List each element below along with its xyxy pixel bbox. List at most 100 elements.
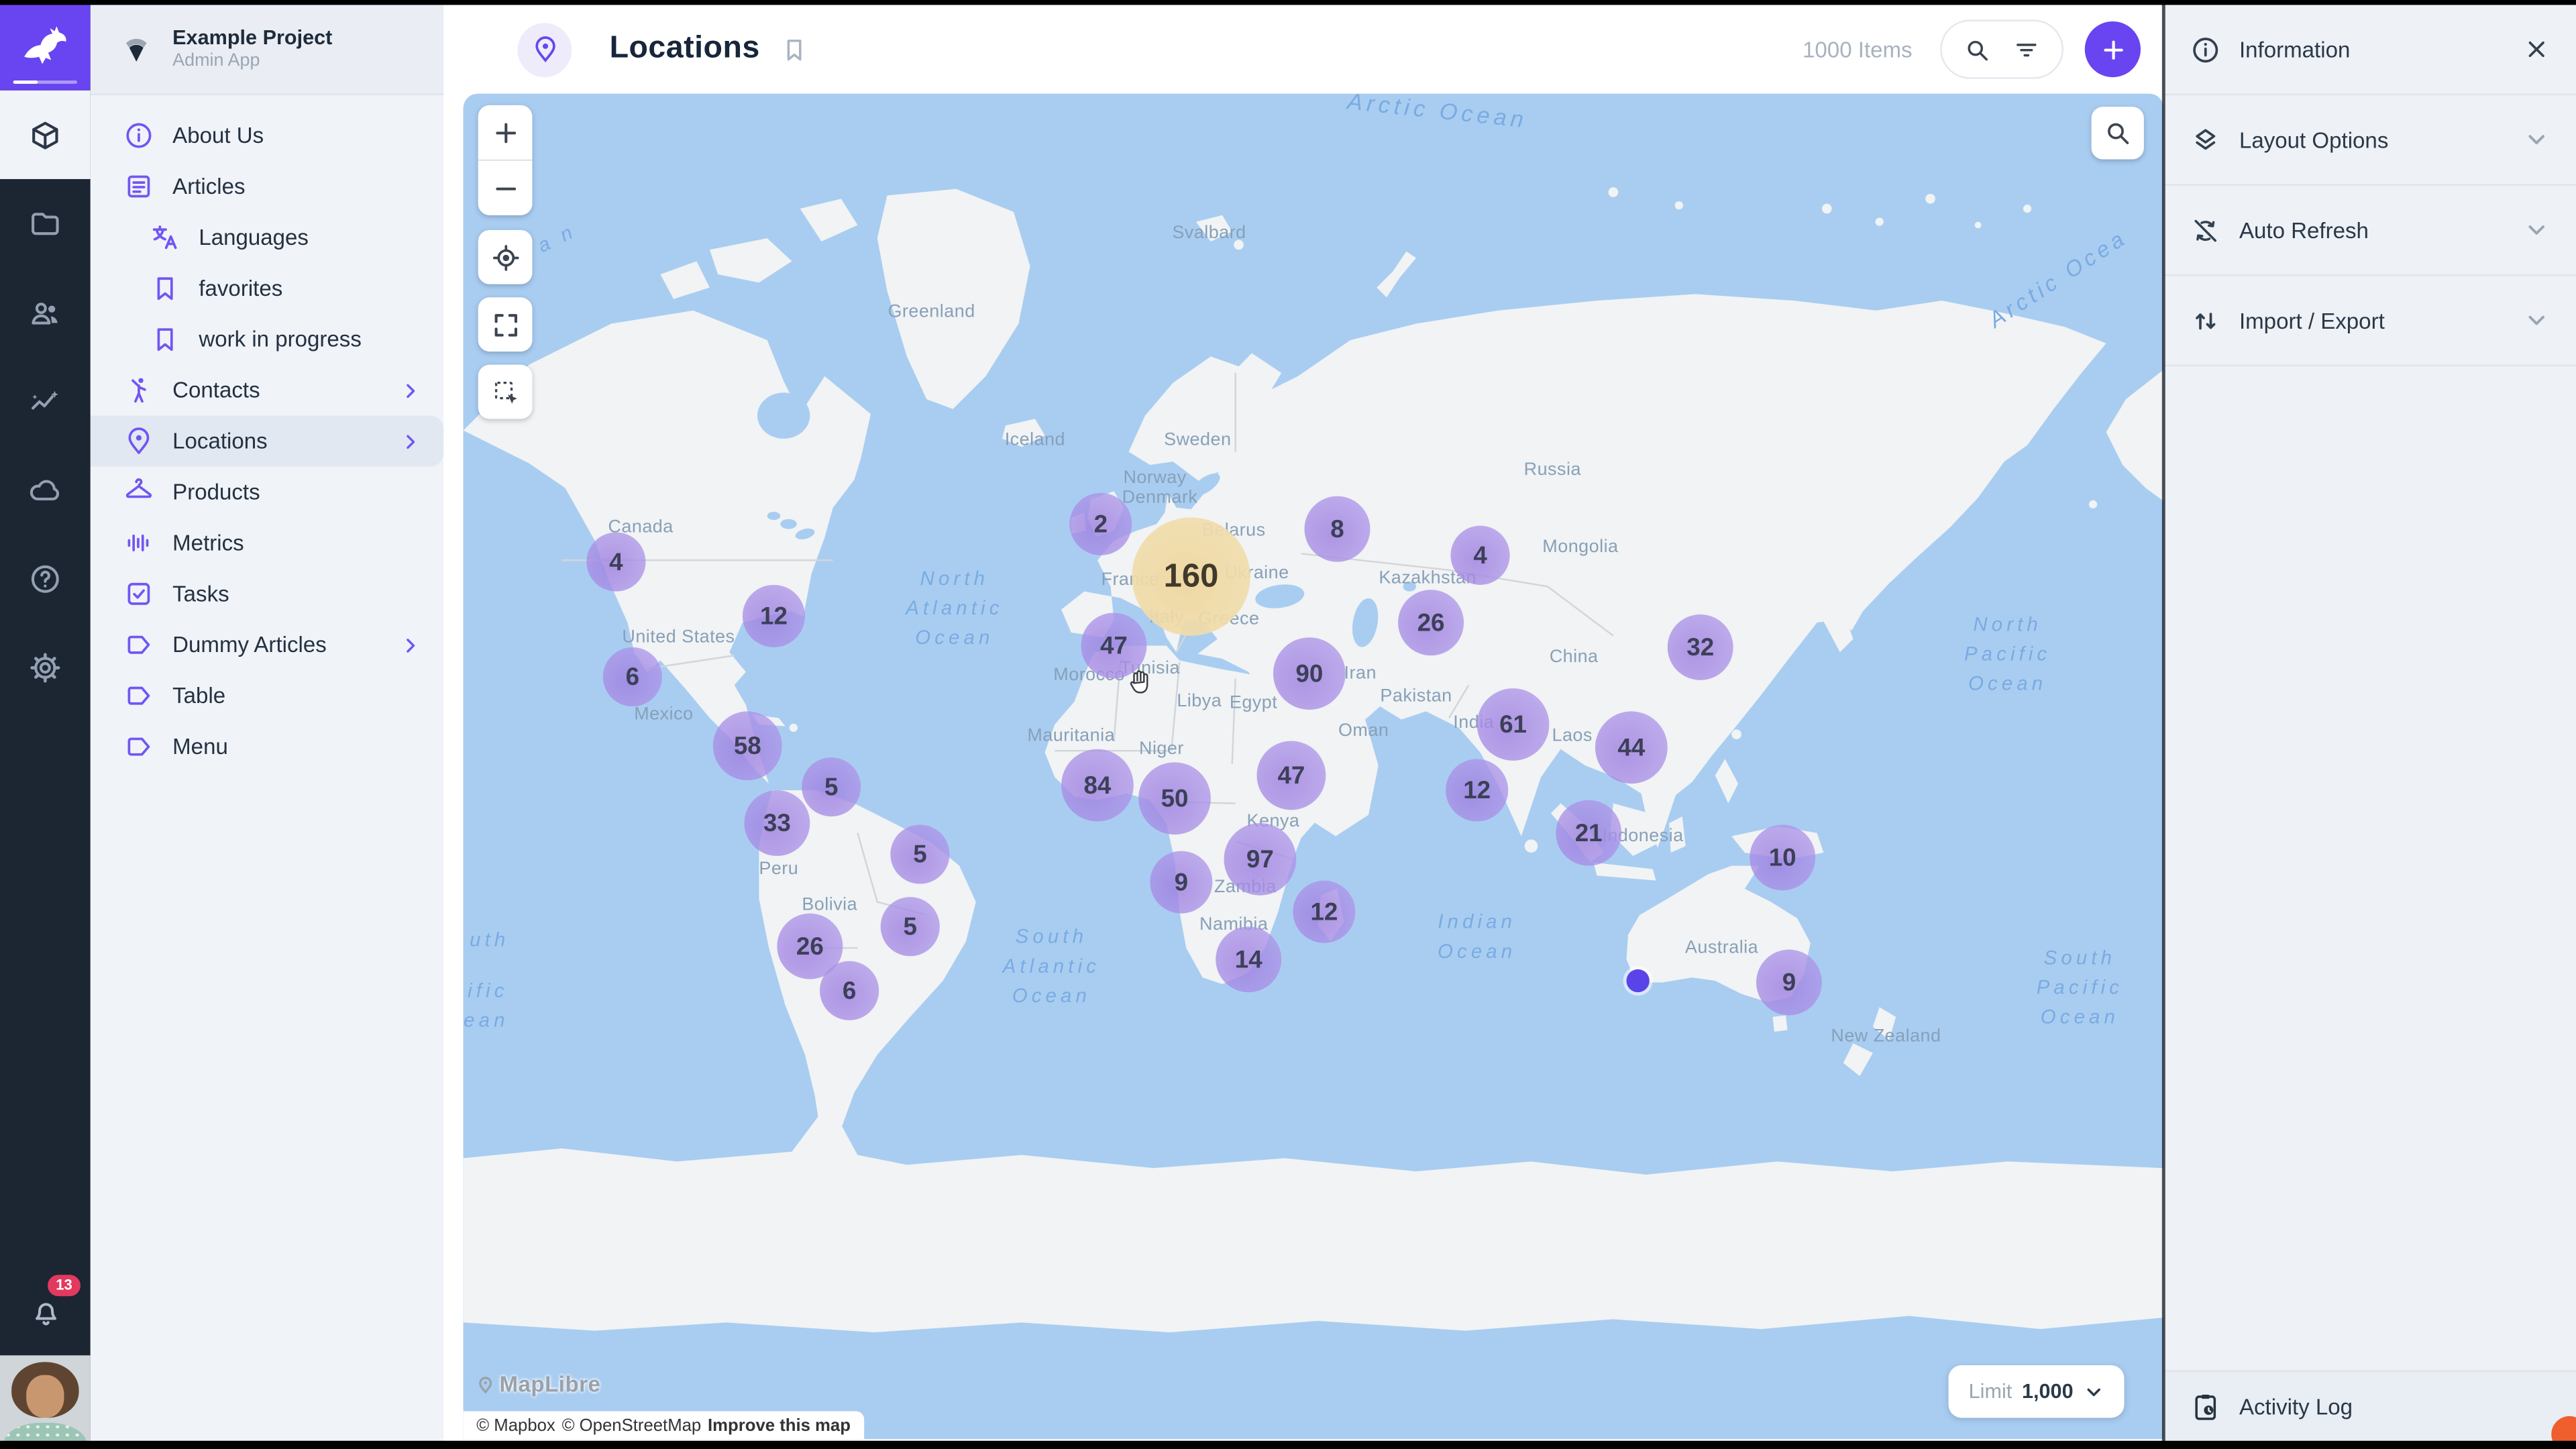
filter-icon[interactable] bbox=[2012, 36, 2041, 64]
limit-value: 1,000 bbox=[2022, 1380, 2074, 1403]
sidebar-item-products[interactable]: Products bbox=[91, 467, 444, 518]
notifications-button[interactable]: 13 bbox=[0, 1267, 91, 1355]
module-box-module-icon[interactable] bbox=[0, 91, 91, 179]
user-avatar[interactable] bbox=[0, 1355, 91, 1449]
geolocate-button[interactable] bbox=[478, 230, 533, 284]
sidebar-item-dummy-articles[interactable]: Dummy Articles bbox=[91, 619, 444, 670]
country-label: Iran bbox=[1344, 663, 1377, 683]
map-cluster[interactable]: 10 bbox=[1750, 824, 1815, 890]
map-cluster[interactable]: 8 bbox=[1304, 496, 1370, 562]
sidebar-section-layout-options[interactable]: Layout Options bbox=[2163, 95, 2576, 186]
map-cluster[interactable]: 21 bbox=[1556, 800, 1621, 866]
map-cluster[interactable]: 61 bbox=[1477, 688, 1550, 761]
map-cluster[interactable]: 47 bbox=[1256, 741, 1326, 810]
translate-icon bbox=[150, 222, 181, 254]
map-attribution: © Mapbox © OpenStreetMap Improve this ma… bbox=[464, 1411, 864, 1440]
map-cluster[interactable]: 97 bbox=[1224, 823, 1296, 896]
map-cluster[interactable]: 5 bbox=[802, 757, 861, 816]
chevron-right-icon[interactable] bbox=[399, 378, 422, 401]
sidebar-section-auto-refresh[interactable]: Auto Refresh bbox=[2163, 186, 2576, 276]
project-header[interactable]: Example Project Admin App bbox=[91, 5, 444, 95]
sidebar-item-label: Products bbox=[172, 480, 260, 504]
sidebar-item-locations[interactable]: Locations bbox=[91, 416, 444, 467]
osm-attribution-link[interactable]: © OpenStreetMap bbox=[562, 1415, 702, 1435]
map-cluster[interactable]: 4 bbox=[586, 532, 645, 591]
map-cluster[interactable]: 84 bbox=[1061, 749, 1134, 822]
map-cluster[interactable]: 12 bbox=[1446, 759, 1508, 821]
map-cluster[interactable]: 50 bbox=[1138, 762, 1211, 835]
improve-map-link[interactable]: Improve this map bbox=[708, 1415, 851, 1435]
chevron-right-icon[interactable] bbox=[399, 633, 422, 656]
map-search-button[interactable] bbox=[2092, 107, 2144, 159]
sidebar-item-menu[interactable]: Menu bbox=[91, 721, 444, 772]
limit-dropdown[interactable]: Limit 1,000 bbox=[1949, 1365, 2124, 1417]
plus-icon bbox=[2099, 36, 2127, 64]
zoom-controls bbox=[478, 105, 533, 215]
country-label: United States bbox=[622, 628, 735, 647]
add-item-button[interactable] bbox=[2085, 21, 2141, 77]
sidebar-item-metrics[interactable]: Metrics bbox=[91, 517, 444, 568]
maplibre-watermark: MapLibre bbox=[475, 1372, 601, 1397]
country-label: Russia bbox=[1524, 460, 1581, 480]
map-cluster[interactable]: 4 bbox=[1450, 526, 1509, 585]
module-help-icon[interactable] bbox=[0, 534, 91, 623]
map-cluster[interactable]: 12 bbox=[743, 585, 805, 647]
sidebar-item-favorites[interactable]: favorites bbox=[91, 263, 444, 314]
sidebar-item-label: work in progress bbox=[199, 327, 362, 352]
map-cluster[interactable]: 6 bbox=[820, 961, 879, 1020]
sidebar-item-tasks[interactable]: Tasks bbox=[91, 568, 444, 619]
collection-icon-button[interactable] bbox=[517, 22, 572, 76]
sidebar-item-table[interactable]: Table bbox=[91, 670, 444, 721]
sidebar-item-languages[interactable]: Languages bbox=[91, 212, 444, 263]
map-cluster[interactable]: 2 bbox=[1069, 493, 1132, 555]
map-cluster[interactable]: 90 bbox=[1273, 637, 1346, 710]
map-cluster[interactable]: 58 bbox=[713, 711, 782, 780]
zoom-in-button[interactable] bbox=[478, 105, 533, 160]
sidebar-item-activity-log[interactable]: Activity Log bbox=[2163, 1370, 2576, 1440]
app-window: 13 Example Project Admin App About UsArt… bbox=[0, 0, 2576, 1449]
search-icon[interactable] bbox=[1964, 36, 1992, 64]
map-cluster[interactable]: 26 bbox=[1398, 590, 1464, 655]
map-cluster[interactable]: 9 bbox=[1150, 851, 1212, 914]
sidebar-section-import-export[interactable]: Import / Export bbox=[2163, 276, 2576, 366]
letterbox-top bbox=[0, 0, 2576, 5]
map-cluster[interactable]: 44 bbox=[1595, 711, 1668, 784]
fullscreen-button[interactable] bbox=[478, 297, 533, 352]
map-canvas[interactable]: CanadaUnited StatesMexicoGreenlandIcelan… bbox=[464, 94, 2164, 1440]
map-cluster[interactable]: 5 bbox=[881, 897, 940, 956]
module-files-folder-icon[interactable] bbox=[0, 179, 91, 268]
close-icon[interactable] bbox=[2524, 36, 2550, 62]
notification-badge: 13 bbox=[48, 1275, 80, 1296]
country-label: Peru bbox=[759, 859, 798, 879]
map-cluster[interactable]: 9 bbox=[1756, 950, 1822, 1016]
chevron-right-icon[interactable] bbox=[399, 429, 422, 452]
map-single-point[interactable] bbox=[1626, 969, 1649, 992]
chevron-down-icon[interactable] bbox=[2524, 127, 2550, 153]
sidebar-item-work-in-progress[interactable]: work in progress bbox=[91, 314, 444, 365]
box-select-button[interactable] bbox=[478, 365, 533, 419]
map-cluster[interactable]: 33 bbox=[744, 790, 810, 856]
map-cluster[interactable]: 6 bbox=[603, 647, 662, 706]
map-cluster[interactable]: 32 bbox=[1668, 614, 1733, 680]
sidebar-item-about-us[interactable]: About Us bbox=[91, 110, 444, 161]
map-cluster[interactable]: 12 bbox=[1293, 881, 1355, 943]
map-cluster[interactable]: 14 bbox=[1216, 926, 1281, 992]
collection-nav-list: About UsArticlesLanguagesfavorites work i… bbox=[91, 95, 444, 772]
module-users-icon[interactable] bbox=[0, 268, 91, 356]
chevron-down-icon[interactable] bbox=[2524, 307, 2550, 333]
sidebar-item-contacts[interactable]: Contacts bbox=[91, 365, 444, 416]
chevron-down-icon[interactable] bbox=[2524, 217, 2550, 243]
bookmark-icon[interactable] bbox=[780, 36, 808, 64]
sidebar-section-information[interactable]: Information bbox=[2163, 5, 2576, 95]
zoom-out-button[interactable] bbox=[478, 161, 533, 215]
module-insights-icon[interactable] bbox=[0, 356, 91, 445]
map-cluster[interactable]: 5 bbox=[890, 824, 949, 883]
mapbox-attribution-link[interactable]: © Mapbox bbox=[476, 1415, 555, 1435]
letterbox-bottom bbox=[0, 1441, 2576, 1449]
module-cloud-icon[interactable] bbox=[0, 445, 91, 534]
map-cluster[interactable]: 160 bbox=[1132, 517, 1250, 635]
module-settings-gear-icon[interactable] bbox=[0, 623, 91, 711]
app-logo[interactable] bbox=[0, 0, 91, 91]
ocean-label: ific bbox=[468, 976, 508, 1006]
sidebar-item-articles[interactable]: Articles bbox=[91, 161, 444, 212]
